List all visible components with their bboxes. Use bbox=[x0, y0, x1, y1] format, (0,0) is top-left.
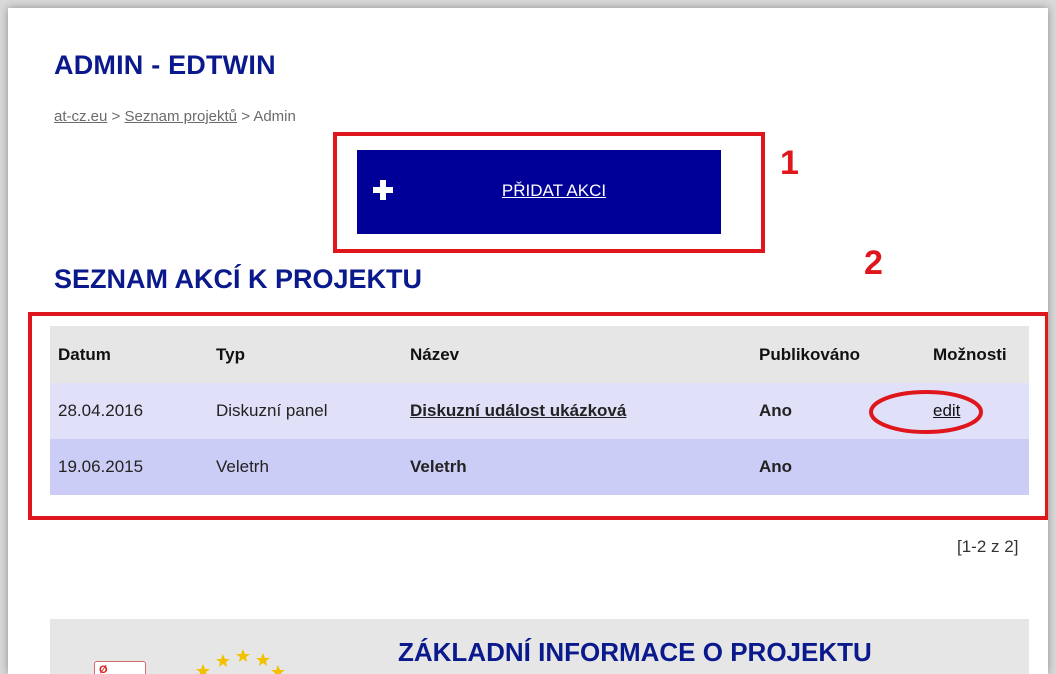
annotation-box-1 bbox=[333, 132, 765, 253]
breadcrumb-current: Admin bbox=[253, 108, 296, 125]
breadcrumb-projects-link[interactable]: Seznam projektů bbox=[124, 108, 237, 125]
breadcrumb-separator: > bbox=[111, 108, 121, 125]
breadcrumb: at-cz.eu > Seznam projektů > Admin bbox=[54, 108, 296, 125]
partner-logo: Ø bbox=[94, 661, 146, 674]
annotation-label-2: 2 bbox=[864, 244, 883, 282]
annotation-ellipse bbox=[869, 390, 983, 434]
eu-stars-icon bbox=[196, 649, 285, 674]
page-title: ADMIN - EDTWIN bbox=[54, 50, 276, 80]
page: ADMIN - EDTWIN at-cz.eu > Seznam projekt… bbox=[8, 8, 1048, 674]
svg-text:Ø: Ø bbox=[99, 664, 108, 674]
project-info-title: ZÁKLADNÍ INFORMACE O PROJEKTU bbox=[398, 637, 872, 667]
breadcrumb-separator: > bbox=[241, 108, 250, 125]
project-info-box: Ø ZÁKLADNÍ INFORMACE O PROJEKTU bbox=[50, 619, 1029, 674]
annotation-label-1: 1 bbox=[780, 144, 799, 182]
section-title: SEZNAM AKCÍ K PROJEKTU bbox=[54, 264, 423, 294]
pagination-info: [1-2 z 2] bbox=[957, 537, 1019, 556]
breadcrumb-home-link[interactable]: at-cz.eu bbox=[54, 108, 107, 125]
